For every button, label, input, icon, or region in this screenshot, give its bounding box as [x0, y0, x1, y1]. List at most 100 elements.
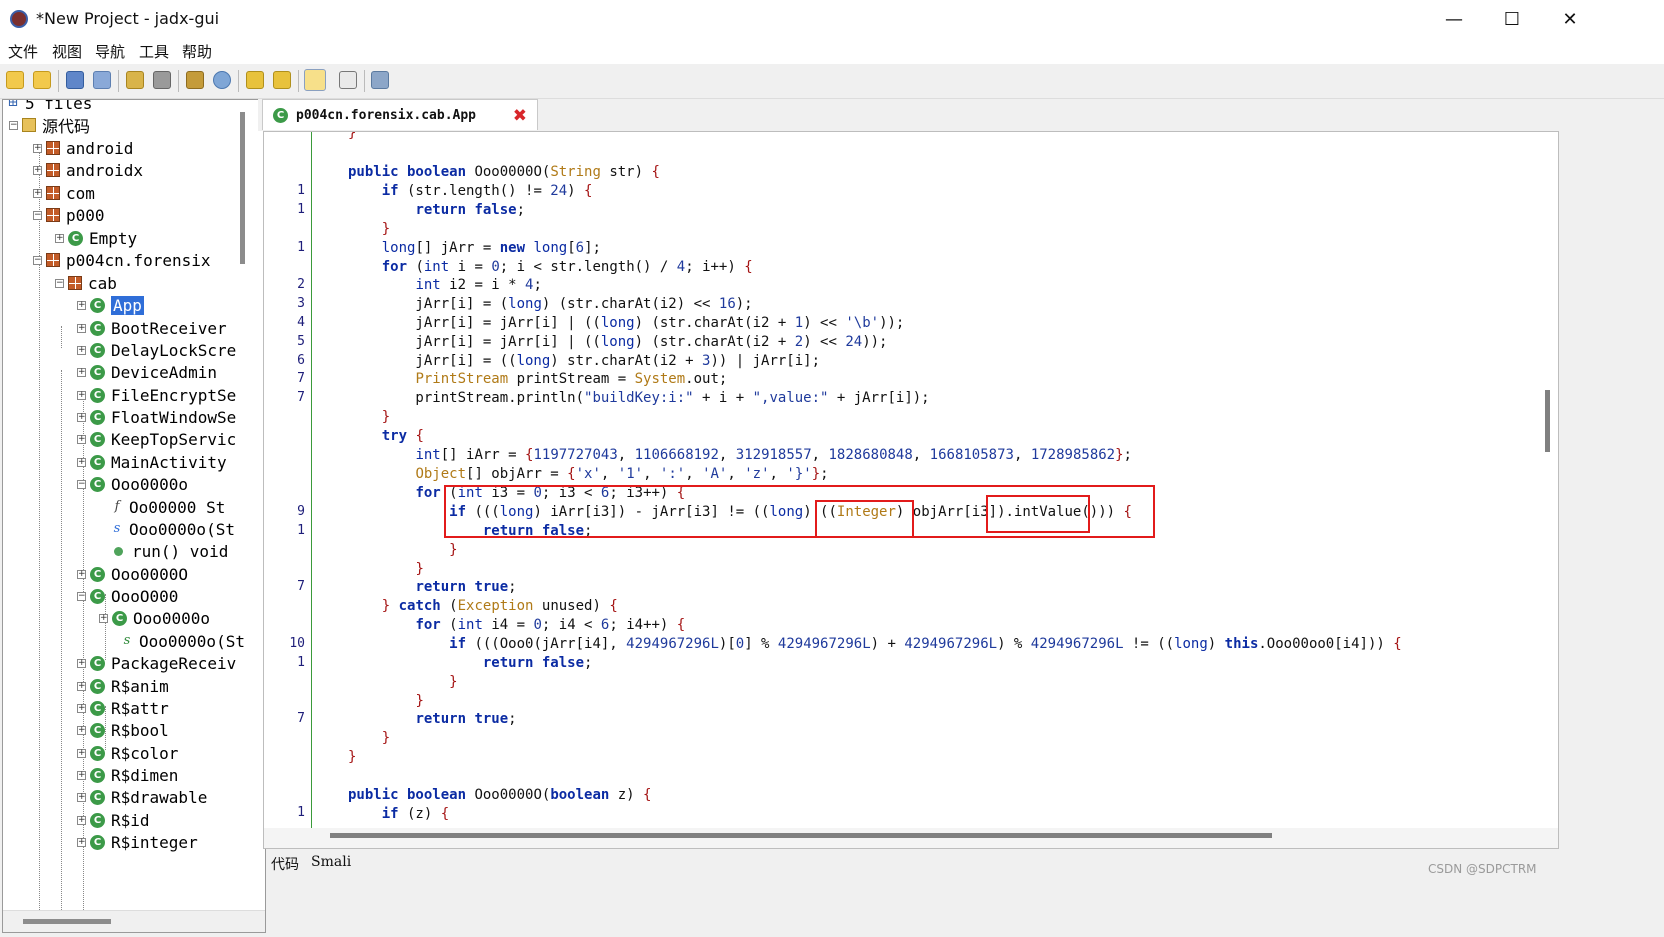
tree-item[interactable]: + C FileEncryptSe [77, 384, 236, 406]
log-viewer-icon[interactable] [339, 71, 357, 89]
class-icon: C [90, 588, 105, 604]
tree-item[interactable]: + C Ooo0000o [99, 607, 210, 629]
maximize-button[interactable]: ☐ [1483, 0, 1541, 38]
expand-icon[interactable]: + [77, 390, 86, 400]
tree-item[interactable]: + C DeviceAdmin [77, 361, 217, 383]
tree-item[interactable]: − C OooO000 [77, 585, 178, 607]
menu-file[interactable]: 文件 [8, 41, 38, 62]
editor-horizontal-scrollbar-track[interactable] [264, 828, 1558, 848]
expand-icon[interactable]: + [77, 569, 86, 579]
sync-tree-icon[interactable] [126, 71, 144, 89]
expand-icon[interactable]: + [77, 323, 86, 333]
flatten-packages-icon[interactable] [153, 71, 171, 89]
tree-item[interactable]: + android [33, 137, 133, 159]
expand-icon[interactable]: + [77, 434, 86, 444]
search-text-icon[interactable] [186, 71, 204, 89]
expand-icon[interactable]: + [33, 165, 42, 175]
forward-arrow-icon[interactable] [273, 71, 291, 89]
collapse-icon[interactable]: − [33, 210, 42, 220]
preferences-wrench-icon[interactable] [371, 71, 389, 89]
editor-vertical-scrollbar[interactable] [1545, 390, 1550, 452]
expand-icon[interactable]: + [77, 345, 86, 355]
expand-icon[interactable]: + [77, 837, 86, 847]
close-button[interactable]: ✕ [1541, 0, 1599, 38]
tree-item[interactable]: + C PackageReceiv [77, 652, 236, 674]
tree-item[interactable]: − p000 [33, 204, 105, 226]
tree-item[interactable]: + C R$attr [77, 697, 169, 719]
tab-code[interactable]: 代码 [271, 854, 299, 874]
tree-item[interactable]: f Oo00000 St [111, 496, 226, 518]
toolbar-separator [178, 70, 179, 92]
tree-item-selected[interactable]: + C App [77, 294, 144, 316]
tree-item[interactable]: run() void [111, 540, 228, 562]
export-icon[interactable] [93, 71, 111, 89]
tree-item[interactable]: + C Ooo0000O [77, 563, 188, 585]
tree-item[interactable]: s Ooo0000o(St [111, 518, 235, 540]
code-editor[interactable]: 1 1 1 2 3 4 5 6 7 7 9 1 7 10 1 7 1 } pub… [263, 131, 1559, 849]
expand-icon[interactable]: + [77, 815, 86, 825]
expand-icon[interactable]: + [77, 703, 86, 713]
expand-icon[interactable]: + [77, 367, 86, 377]
tree-item[interactable]: s Ooo0000o(St [121, 630, 245, 652]
tab-app[interactable]: C p004cn.forensix.cab.App ✖ [262, 99, 538, 130]
expand-icon[interactable]: + [77, 457, 86, 467]
expand-icon[interactable]: + [99, 613, 108, 623]
tree-item[interactable]: + C R$id [77, 809, 150, 831]
tree-item[interactable]: + C KeepTopServic [77, 428, 236, 450]
expand-icon[interactable]: + [33, 188, 42, 198]
open-folder-icon[interactable] [6, 71, 24, 89]
back-arrow-icon[interactable] [246, 71, 264, 89]
tree-item[interactable]: + C R$anim [77, 675, 169, 697]
expand-icon[interactable]: + [55, 233, 64, 243]
expand-icon[interactable]: + [77, 412, 86, 422]
close-tab-icon[interactable]: ✖ [513, 106, 527, 126]
minimize-button[interactable]: — [1425, 0, 1483, 38]
tree-item[interactable]: − p004cn.forensix [33, 249, 211, 271]
tree-source-node[interactable]: − 源代码 [9, 114, 90, 136]
add-files-icon[interactable] [33, 71, 51, 89]
tree-item[interactable]: + C Empty [55, 227, 137, 249]
tree-item[interactable]: − cab [55, 272, 117, 294]
expand-icon[interactable]: + [77, 658, 86, 668]
expand-icon[interactable]: + [77, 770, 86, 780]
collapse-icon[interactable]: − [55, 278, 64, 288]
tree-item[interactable]: + C MainActivity [77, 451, 227, 473]
expand-icon[interactable]: + [77, 300, 86, 310]
collapse-icon[interactable]: − [9, 120, 18, 130]
tree-item[interactable]: − C Ooo0000o [77, 473, 188, 495]
tree-item[interactable]: + androidx [33, 159, 143, 181]
expand-icon[interactable]: + [77, 792, 86, 802]
tab-smali[interactable]: Smali [311, 854, 351, 870]
code-line: jArr[i] = jArr[i] | ((long) (str.charAt(… [348, 334, 888, 350]
tree-item[interactable]: + com [33, 182, 95, 204]
tree-item[interactable]: + C BootReceiver [77, 317, 227, 339]
tree-item[interactable]: + C R$integer [77, 831, 198, 853]
tree-item[interactable]: + C R$drawable [77, 786, 207, 808]
menu-help[interactable]: 帮助 [182, 41, 212, 62]
tree-item[interactable]: + C R$bool [77, 719, 169, 741]
collapse-icon[interactable]: − [77, 479, 86, 489]
tree-horizontal-scrollbar-track[interactable] [3, 910, 265, 932]
menu-navigate[interactable]: 导航 [95, 41, 125, 62]
deobfuscation-icon[interactable] [304, 69, 326, 91]
tree-item[interactable]: + C R$dimen [77, 764, 178, 786]
expand-icon[interactable]: + [77, 748, 86, 758]
tree-item[interactable]: + C DelayLockScre [77, 339, 236, 361]
tree-vertical-scrollbar[interactable] [240, 112, 245, 264]
tree-root[interactable]: ⊞ 5 files [7, 100, 93, 114]
menu-tools[interactable]: 工具 [139, 41, 169, 62]
collapse-icon[interactable]: − [77, 591, 86, 601]
menu-view[interactable]: 视图 [52, 41, 82, 62]
collapse-icon[interactable]: − [33, 255, 42, 265]
class-icon: C [90, 834, 105, 850]
search-class-icon[interactable] [213, 71, 231, 89]
expand-icon[interactable]: + [77, 725, 86, 735]
save-all-icon[interactable] [66, 71, 84, 89]
expand-icon[interactable]: + [33, 143, 42, 153]
tree-item[interactable]: + C R$color [77, 742, 178, 764]
editor-horizontal-scrollbar[interactable] [330, 833, 1272, 838]
static-method-icon: s [123, 633, 131, 648]
tree-horizontal-scrollbar[interactable] [23, 919, 111, 924]
expand-icon[interactable]: + [77, 681, 86, 691]
tree-item[interactable]: + C FloatWindowSe [77, 406, 236, 428]
